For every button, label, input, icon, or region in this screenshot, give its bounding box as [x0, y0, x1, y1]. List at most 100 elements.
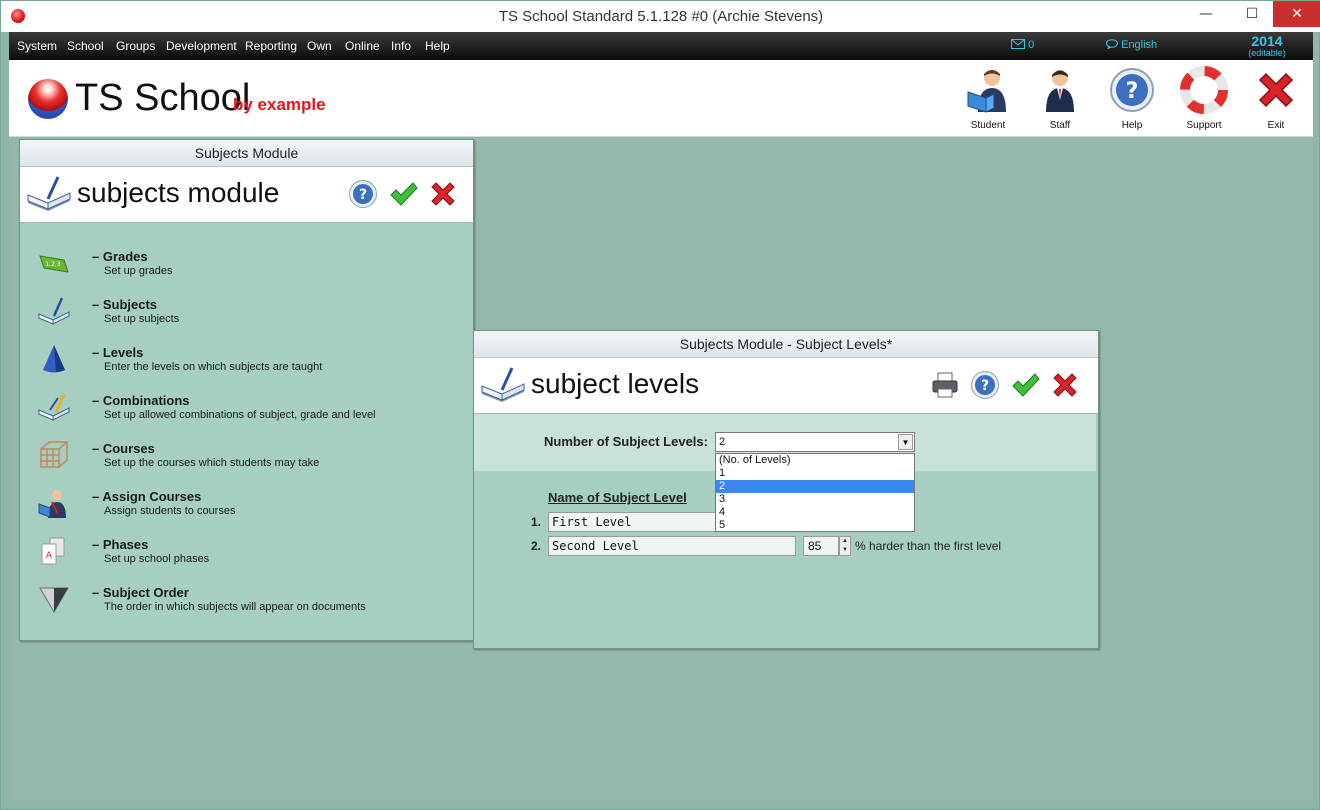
cancel-x-button[interactable]	[428, 179, 458, 209]
module-title: – Phases	[92, 537, 149, 552]
maximize-button[interactable]: ☐	[1229, 1, 1275, 27]
harder-label: % harder than the first level	[855, 539, 1002, 553]
staff-label: Staff	[1049, 120, 1071, 131]
menu-development[interactable]: Development	[166, 39, 237, 53]
year-value: 2014	[1251, 33, 1283, 49]
menu-groups[interactable]: Groups	[116, 39, 155, 53]
window-title: TS School Standard 5.1.128 #0 (Archie St…	[498, 8, 824, 25]
dropdown-option[interactable]: 5	[716, 519, 914, 532]
dropdown-option[interactable]: 1	[716, 467, 914, 480]
menu-reporting[interactable]: Reporting	[245, 39, 297, 53]
panel-title[interactable]: Subjects Module	[20, 140, 473, 167]
level-name-header: Name of Subject Level	[548, 490, 687, 505]
support-button[interactable]: Support	[1174, 66, 1234, 131]
module-description: Set up allowed combinations of subject, …	[104, 409, 376, 421]
help-button[interactable]: ?	[970, 370, 1000, 400]
subject-levels-dialog: Subjects Module - Subject Levels* subjec…	[473, 330, 1099, 649]
chevron-down-icon[interactable]: ▼	[898, 434, 913, 450]
help-button[interactable]: ?	[348, 179, 378, 209]
subjects-module-panel: Subjects Module subjects module ? 1.2.3 …	[19, 139, 474, 641]
menu-bar: System School Groups Development Reporti…	[9, 32, 1313, 60]
dialog-heading: subject levels	[531, 368, 700, 399]
exit-label: Exit	[1267, 120, 1285, 131]
student-button[interactable]: Student	[958, 66, 1018, 131]
panel-heading: subjects module	[77, 177, 280, 208]
help-toolbar-button[interactable]: ? Help	[1102, 66, 1162, 131]
speech-bubble-icon	[1106, 39, 1118, 50]
help-label: Help	[1121, 120, 1143, 131]
menu-system[interactable]: System	[17, 39, 57, 53]
dropdown-option[interactable]: 4	[716, 506, 914, 519]
language-label: English	[1121, 39, 1158, 51]
row-number: 2.	[531, 539, 542, 553]
harder-percent-stepper[interactable]: ▲ ▼	[839, 536, 851, 556]
staff-icon	[1046, 70, 1074, 112]
module-description: Set up grades	[104, 265, 173, 277]
grades-icon: 1.2.3	[39, 255, 69, 273]
levels-count-label: Number of Subject Levels:	[544, 434, 708, 449]
harder-percent-input[interactable]: 85	[803, 536, 839, 556]
title-bar: TS School Standard 5.1.128 #0 (Archie St…	[1, 1, 1320, 32]
close-button[interactable]: ✕	[1273, 1, 1320, 27]
module-title: – Levels	[92, 345, 144, 360]
combination-icon	[38, 393, 70, 421]
module-title: – Combinations	[92, 393, 190, 408]
language-selector[interactable]: English	[1106, 39, 1157, 51]
module-description: Set up school phases	[104, 553, 210, 565]
mail-indicator[interactable]: 0	[1011, 39, 1034, 51]
level-name-input[interactable]: Second Level	[548, 536, 796, 556]
module-description: Set up the courses which students may ta…	[104, 457, 320, 469]
funnel-icon	[39, 587, 69, 613]
menu-school[interactable]: School	[67, 39, 104, 53]
dropdown-option-selected[interactable]: 2	[716, 480, 914, 493]
cancel-x-button[interactable]	[1050, 370, 1080, 400]
row-number: 1.	[531, 515, 542, 529]
svg-text:A: A	[46, 551, 53, 561]
student-label: Student	[970, 120, 1006, 131]
module-description: Set up subjects	[104, 313, 180, 325]
logo-tagline: by example	[233, 95, 326, 114]
menu-info[interactable]: Info	[391, 39, 411, 53]
levels-count-select[interactable]: 2 ▼	[715, 432, 915, 452]
book-pen-icon	[27, 176, 71, 211]
panel-header: subjects module ?	[20, 167, 473, 223]
module-description: Enter the levels on which subjects are t…	[104, 361, 323, 373]
svg-text:?: ?	[359, 187, 367, 203]
menu-help[interactable]: Help	[425, 39, 450, 53]
grid-cube-icon	[40, 441, 69, 468]
desktop-area: Subjects Module subjects module ? 1.2.3 …	[9, 137, 1313, 801]
logo-ball-icon	[28, 79, 68, 119]
module-title: – Assign Courses	[92, 489, 202, 504]
module-description: The order in which subjects will appear …	[104, 601, 366, 613]
exit-icon	[1258, 72, 1294, 108]
app-window: TS School Standard 5.1.128 #0 (Archie St…	[0, 0, 1320, 810]
menu-online[interactable]: Online	[345, 39, 380, 53]
school-year[interactable]: 2014 (editable)	[1243, 34, 1291, 58]
lifebuoy-icon	[1180, 66, 1228, 114]
app-header: TS School by example Student Staff ? Hel…	[9, 60, 1313, 137]
module-title: – Subject Order	[92, 585, 189, 600]
menu-own[interactable]: Own	[307, 39, 332, 53]
staff-button[interactable]: Staff	[1030, 66, 1090, 131]
envelope-icon	[1011, 39, 1025, 49]
exit-button[interactable]: Exit	[1246, 66, 1306, 131]
dialog-header: subject levels ?	[474, 358, 1098, 414]
year-note: (editable)	[1248, 48, 1286, 58]
help-icon: ?	[1110, 68, 1154, 112]
minimize-button[interactable]: —	[1183, 1, 1229, 27]
module-description: Assign students to courses	[104, 505, 236, 517]
confirm-check-button[interactable]	[1010, 370, 1040, 400]
book-icon	[38, 297, 70, 325]
confirm-check-button[interactable]	[388, 179, 418, 209]
assign-icon	[38, 490, 66, 518]
logo-text: TS School	[75, 77, 251, 119]
dropdown-option[interactable]: (No. of Levels)	[716, 454, 914, 467]
svg-text:1.2.3: 1.2.3	[45, 261, 60, 268]
book-pen-icon	[481, 367, 525, 402]
module-title: – Courses	[92, 441, 155, 456]
select-value: 2	[719, 436, 726, 448]
dropdown-option[interactable]: 3	[716, 493, 914, 506]
dialog-title[interactable]: Subjects Module - Subject Levels*	[474, 331, 1098, 358]
student-icon	[967, 70, 1006, 113]
print-button[interactable]	[930, 370, 960, 400]
